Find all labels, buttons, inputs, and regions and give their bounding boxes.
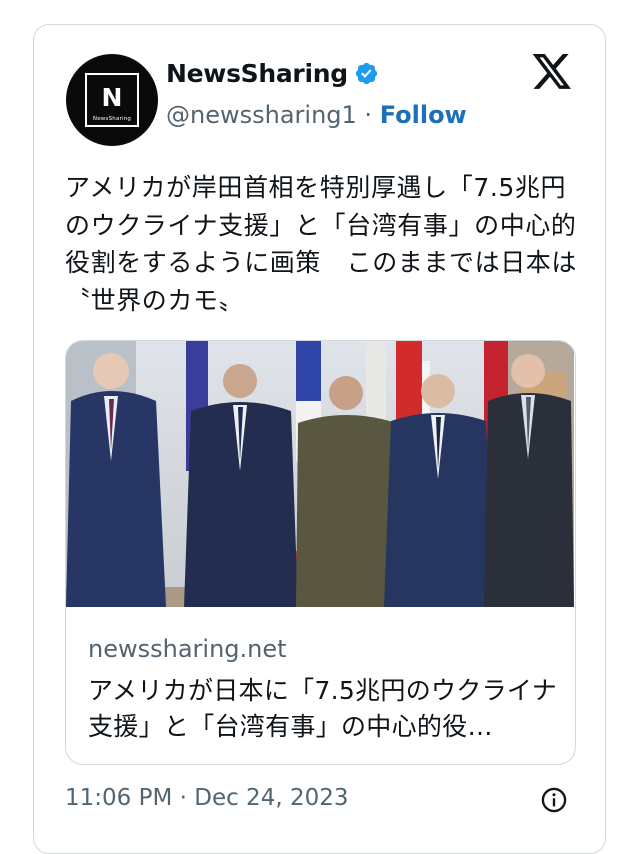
avatar[interactable]: N NewsSharing xyxy=(66,54,158,146)
handle-separator: · xyxy=(364,101,373,129)
tweet-embed-card[interactable]: N NewsSharing NewsSharing @newssharing1 … xyxy=(33,24,606,854)
author-name-row: NewsSharing xyxy=(166,59,379,88)
author-handle-row: @newssharing1 · Follow xyxy=(166,101,467,129)
avatar-caption: NewsSharing xyxy=(92,116,132,122)
article-photo[interactable] xyxy=(66,341,574,607)
tweet-timestamp[interactable]: 11:06 PM · Dec 24, 2023 xyxy=(65,785,348,811)
verified-badge-icon xyxy=(355,62,378,85)
x-logo-icon[interactable] xyxy=(531,54,573,92)
author-handle[interactable]: @newssharing1 xyxy=(166,101,357,129)
link-preview-card[interactable]: newssharing.net アメリカが日本に「7.5兆円のウクライナ支援」と… xyxy=(65,340,576,765)
author-display-name[interactable]: NewsSharing xyxy=(166,59,348,88)
link-domain: newssharing.net xyxy=(88,635,287,663)
follow-button[interactable]: Follow xyxy=(380,101,467,129)
avatar-logo: N NewsSharing xyxy=(85,73,139,127)
tweet-text: アメリカが岸田首相を特別厚遇し「7.5兆円のウクライナ支援」と「台湾有事」の中心… xyxy=(65,173,578,315)
link-title[interactable]: アメリカが日本に「7.5兆円のウクライナ支援」と「台湾有事」の中心的役… xyxy=(88,673,558,745)
avatar-letter: N xyxy=(101,82,123,112)
info-icon[interactable] xyxy=(540,786,568,814)
